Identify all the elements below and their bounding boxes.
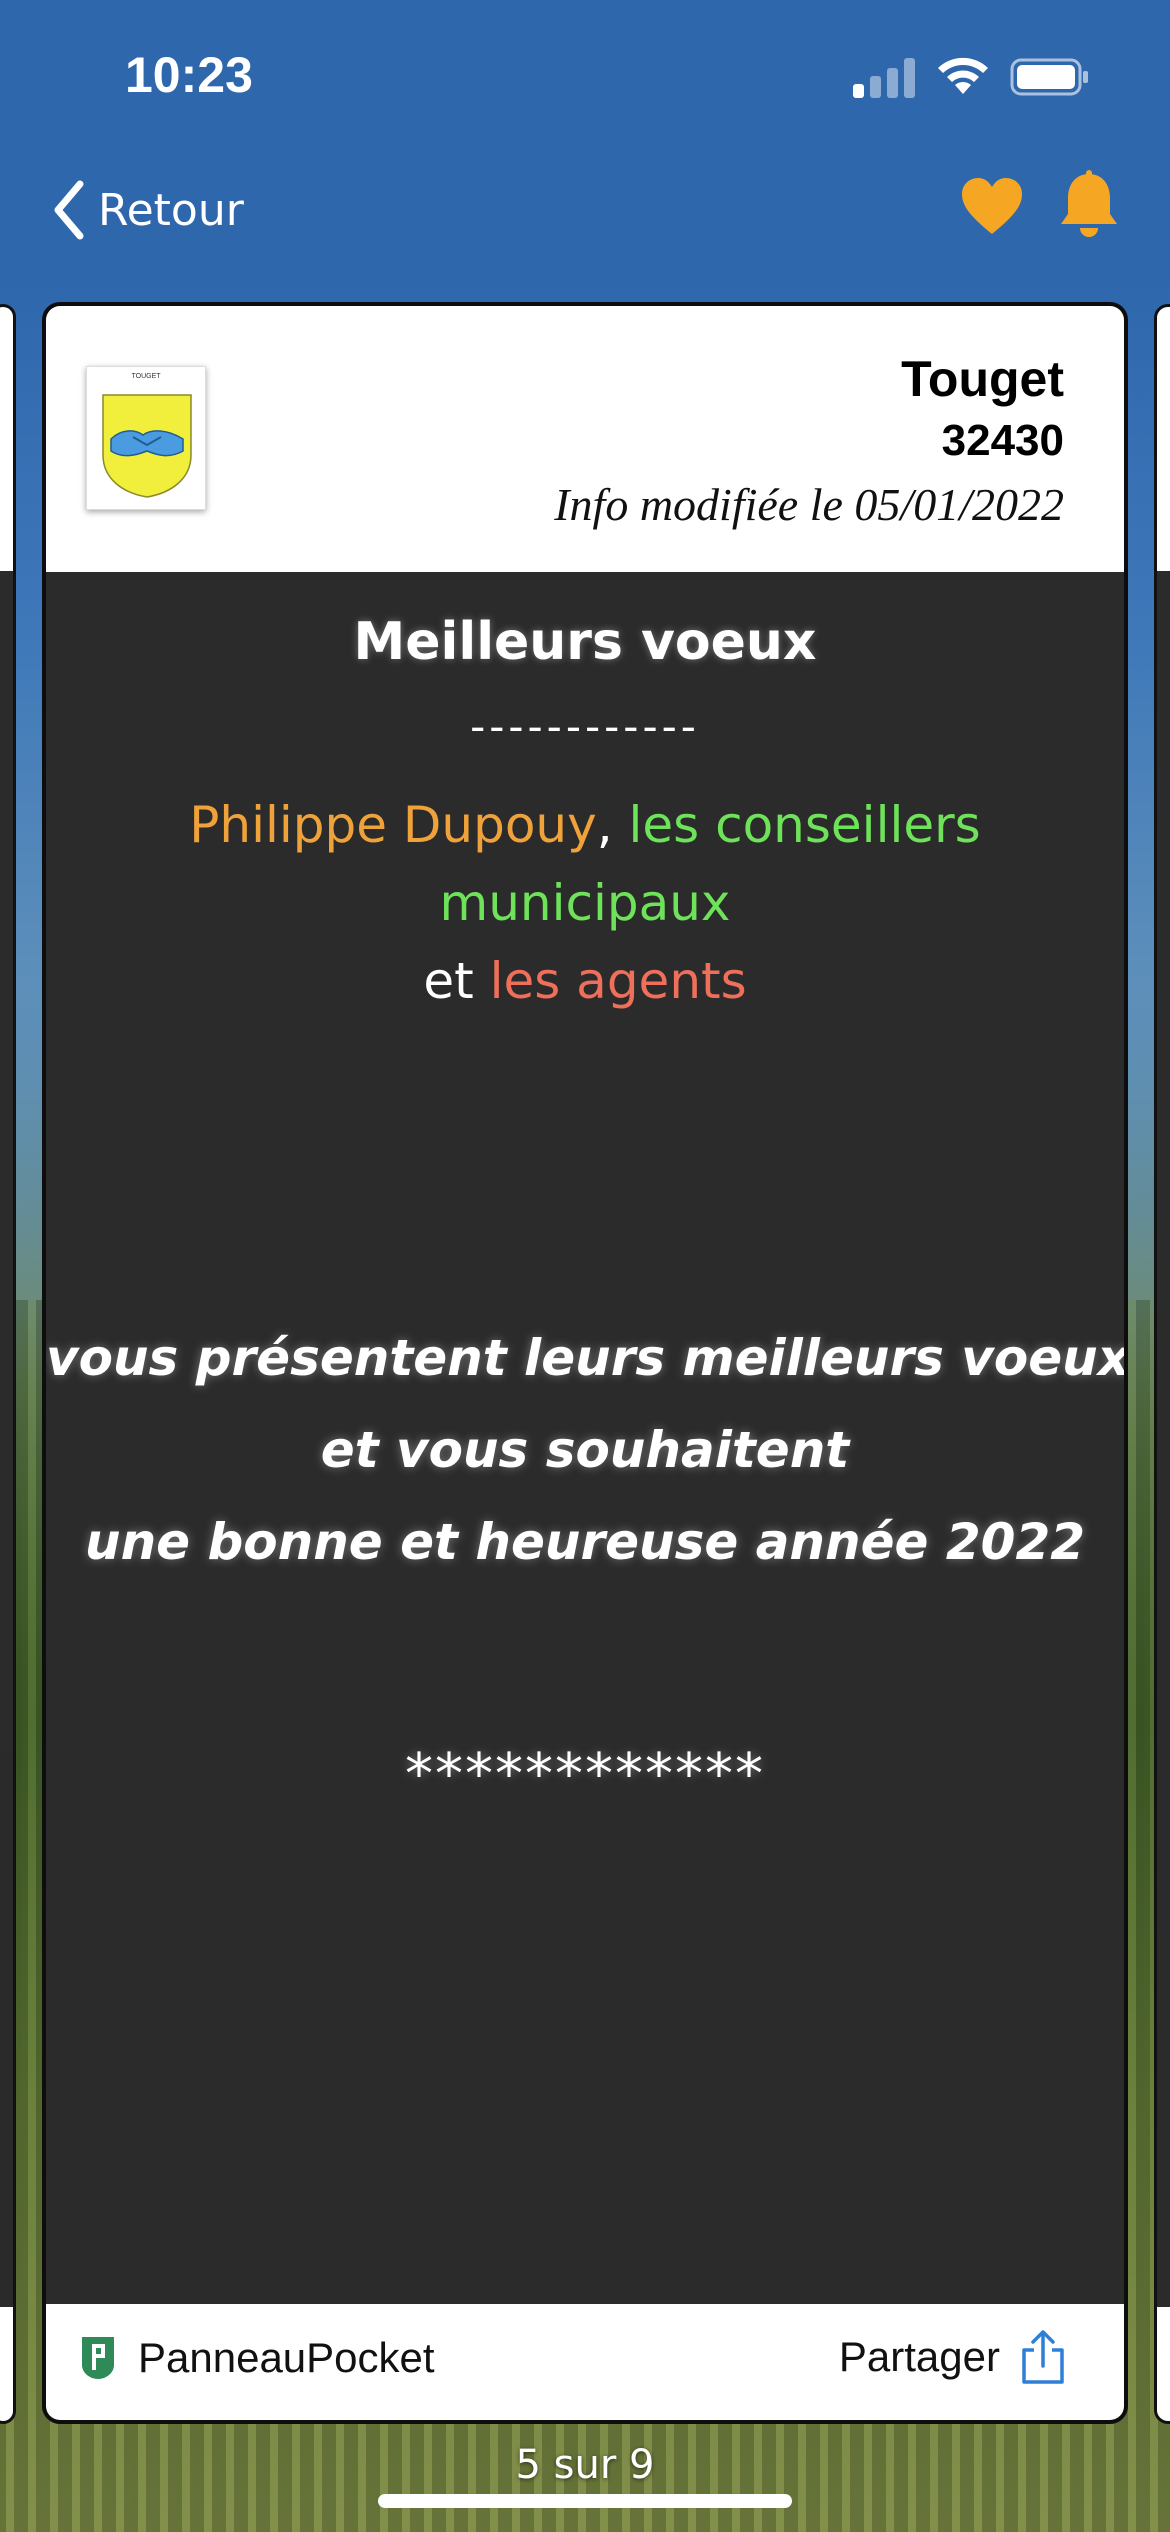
card-footer: PanneauPocket Partager (46, 2304, 1124, 2420)
postal-code: 32430 (941, 416, 1064, 465)
author-conjunction: et (423, 952, 490, 1010)
coat-of-arms-icon (102, 394, 192, 498)
modified-date: Info modifiée le 05/01/2022 (554, 479, 1064, 530)
status-bar: 10:23 (0, 0, 1170, 150)
cellular-signal-icon (853, 58, 917, 98)
town-name: Touget (901, 351, 1064, 407)
wishes-line: et vous souhaitent (320, 1421, 850, 1479)
status-time: 10:23 (125, 47, 253, 103)
crest-caption: TOUGET (131, 373, 161, 380)
town-crest: TOUGET (86, 366, 206, 510)
heart-icon[interactable] (960, 176, 1024, 236)
card-body: Meilleurs voeux ------------ Philippe Du… (46, 572, 1124, 2310)
panneaupocket-logo-icon (82, 2337, 114, 2379)
chevron-left-icon (54, 180, 84, 240)
card-header: TOUGET Touget 32430 Info modifiée le 05/… (46, 306, 1124, 572)
authors-text: Philippe Dupouy, les conseillers municip… (46, 786, 1124, 1020)
share-button[interactable]: Partager (839, 2330, 1066, 2384)
home-indicator[interactable] (378, 2494, 792, 2508)
page-indicator: 5 sur 9 (515, 2442, 655, 2488)
brand: PanneauPocket (78, 2334, 435, 2382)
back-button[interactable]: Retour (52, 170, 244, 250)
separator-line: ------------ (470, 702, 700, 751)
stars-divider: ************ (405, 1742, 765, 1807)
wishes-line: vous présentent leurs meilleurs voeux (46, 1329, 1128, 1387)
wishes-line: une bonne et heureuse année 2022 (84, 1513, 1086, 1571)
author-mayor: Philippe Dupouy (189, 796, 597, 854)
brand-name: PanneauPocket (138, 2334, 435, 2381)
next-card-peek[interactable] (1154, 304, 1170, 2424)
announcement-card: TOUGET Touget 32430 Info modifiée le 05/… (42, 302, 1128, 2424)
bell-icon[interactable] (1058, 170, 1120, 240)
wishes-text: vous présentent leurs meilleurs voeux et… (46, 1312, 1124, 1588)
post-title: Meilleurs voeux (353, 612, 817, 672)
wifi-icon (938, 57, 988, 94)
back-label: Retour (98, 184, 244, 236)
author-separator: , (596, 796, 629, 854)
share-label: Partager (838, 2333, 1000, 2380)
previous-card-peek[interactable] (0, 304, 16, 2424)
author-agents: les agents (489, 952, 747, 1010)
share-icon (1022, 2330, 1064, 2384)
battery-icon (1010, 58, 1088, 96)
